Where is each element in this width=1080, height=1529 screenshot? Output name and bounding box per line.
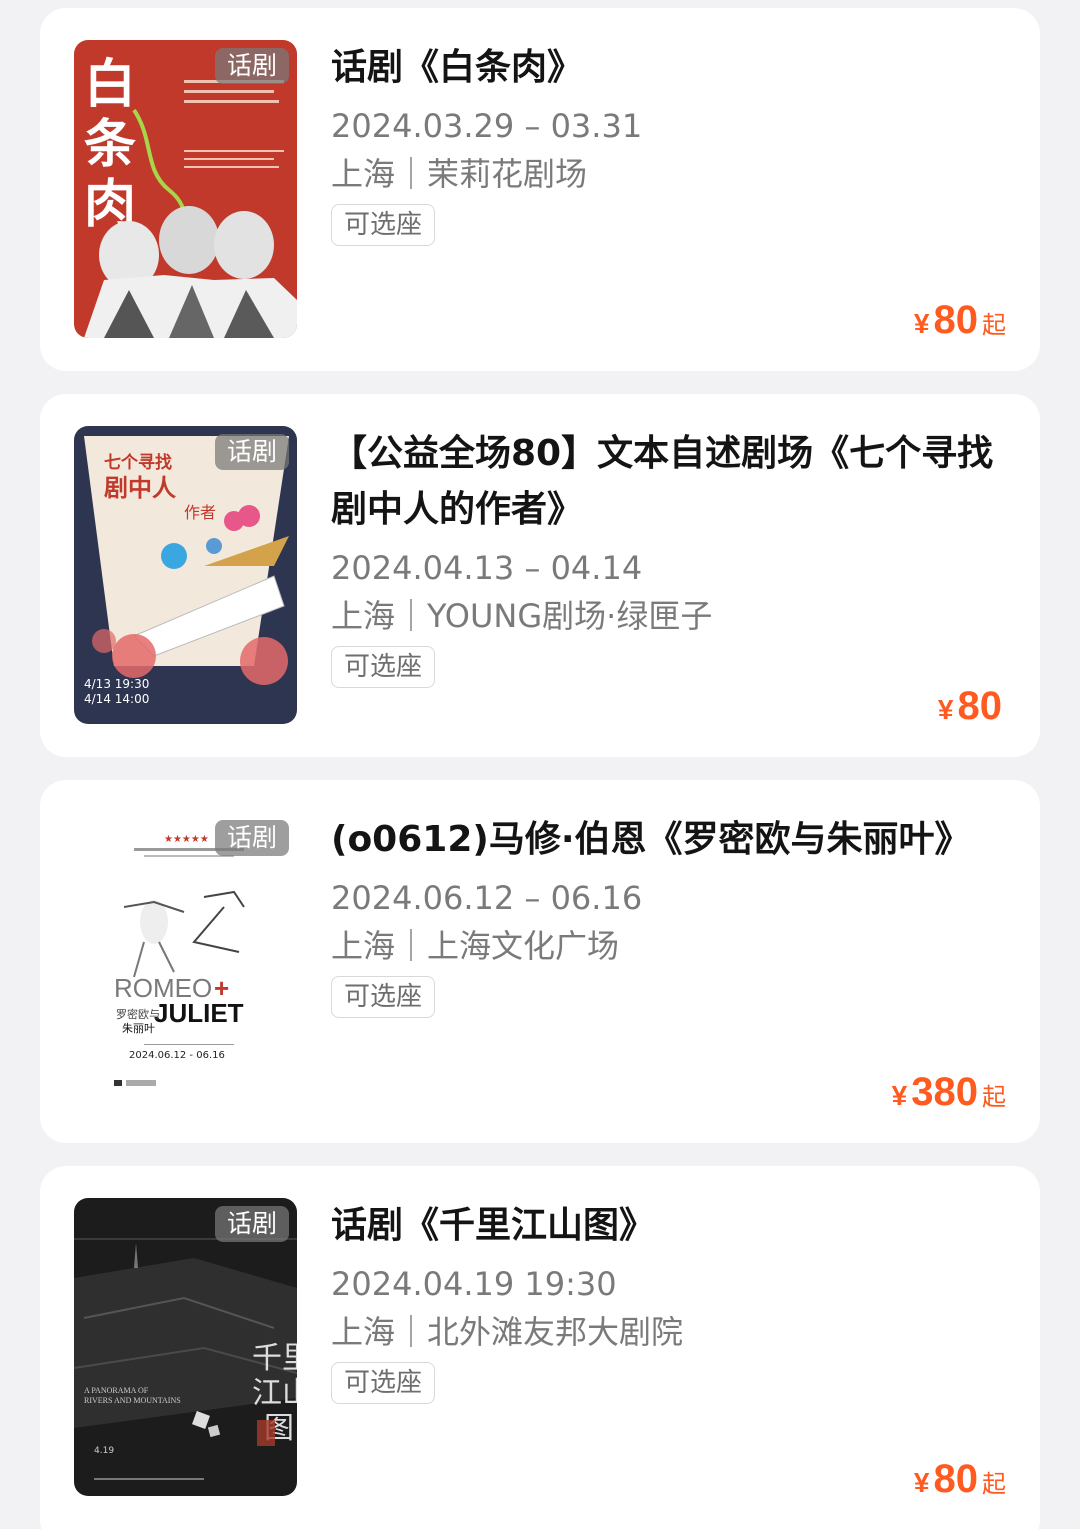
show-venue: 上海｜YOUNG剧场·绿匣子 bbox=[331, 597, 713, 635]
poster-image-3: ★★★★★ ROMEO + JULIET 罗密欧与 朱丽叶 2024.06.12… bbox=[74, 812, 297, 1110]
seat-selectable-badge: 可选座 bbox=[331, 646, 436, 688]
seat-selectable-badge: 可选座 bbox=[331, 204, 436, 246]
svg-text:★★★★★: ★★★★★ bbox=[164, 834, 209, 845]
show-card[interactable]: 千里 江山 图 A PANORAMA OF RIVERS AND MOUNTAI… bbox=[40, 1166, 1040, 1529]
poster-image-2: 七个寻找 剧中人 作者 4/13 19:30 4/14 14:00 bbox=[74, 426, 297, 724]
currency-symbol: ¥ bbox=[891, 1080, 908, 1111]
price-suffix: 起 bbox=[982, 1470, 1006, 1498]
svg-text:江山: 江山 bbox=[252, 1376, 297, 1411]
svg-text:作者: 作者 bbox=[184, 503, 216, 522]
svg-text:条: 条 bbox=[84, 115, 136, 175]
poster-image-4: 千里 江山 图 A PANORAMA OF RIVERS AND MOUNTAI… bbox=[74, 1198, 297, 1496]
seat-selectable-badge: 可选座 bbox=[331, 1362, 436, 1404]
price-value: 80 bbox=[933, 1457, 979, 1501]
svg-text:A PANORAMA OF: A PANORAMA OF bbox=[84, 1386, 149, 1395]
category-tag: 话剧 bbox=[214, 434, 289, 470]
show-poster[interactable]: 白 条 肉 话剧 bbox=[74, 40, 297, 338]
show-poster[interactable]: ★★★★★ ROMEO + JULIET 罗密欧与 朱丽叶 2024.06.12… bbox=[74, 812, 297, 1110]
svg-text:4/13 19:30: 4/13 19:30 bbox=[84, 677, 149, 691]
svg-text:七个寻找: 七个寻找 bbox=[104, 452, 172, 473]
category-tag: 话剧 bbox=[214, 48, 289, 84]
price-suffix: 起 bbox=[982, 1083, 1006, 1111]
svg-text:2024.06.12 - 06.16: 2024.06.12 - 06.16 bbox=[129, 1050, 225, 1061]
show-poster[interactable]: 七个寻找 剧中人 作者 4/13 19:30 4/14 14:00 话剧 bbox=[74, 426, 297, 724]
show-title[interactable]: 【公益全场80】文本自述剧场《七个寻找剧中人的作者》 bbox=[331, 426, 1001, 538]
show-info: 话剧《白条肉》 2024.03.29 – 03.31 上海｜茉莉花剧场 可选座 bbox=[331, 40, 1001, 246]
show-date: 2024.04.19 19:30 bbox=[331, 1265, 617, 1303]
poster-image-1: 白 条 肉 bbox=[74, 40, 297, 338]
currency-symbol: ¥ bbox=[913, 1467, 930, 1498]
price-value: 380 bbox=[911, 1070, 978, 1114]
svg-text:罗密欧与: 罗密欧与 bbox=[116, 1007, 160, 1021]
show-venue: 上海｜茉莉花剧场 bbox=[331, 155, 588, 193]
show-card[interactable]: ★★★★★ ROMEO + JULIET 罗密欧与 朱丽叶 2024.06.12… bbox=[40, 780, 1040, 1143]
currency-symbol: ¥ bbox=[913, 308, 930, 339]
svg-text:RIVERS AND MOUNTAINS: RIVERS AND MOUNTAINS bbox=[84, 1396, 181, 1405]
show-price: ¥ 80 起 bbox=[914, 298, 1006, 343]
price-value: 80 bbox=[933, 298, 979, 342]
show-title[interactable]: 话剧《白条肉》 bbox=[331, 40, 1001, 96]
show-venue: 上海｜北外滩友邦大剧院 bbox=[331, 1313, 684, 1351]
show-title[interactable]: (o0612)马修·伯恩《罗密欧与朱丽叶》 bbox=[331, 812, 1001, 868]
show-price: ¥ 380 起 bbox=[892, 1070, 1006, 1115]
svg-text:4/14 14:00: 4/14 14:00 bbox=[84, 692, 149, 706]
show-info: 【公益全场80】文本自述剧场《七个寻找剧中人的作者》 2024.04.13 – … bbox=[331, 426, 1001, 688]
svg-text:朱丽叶: 朱丽叶 bbox=[122, 1022, 155, 1035]
category-tag: 话剧 bbox=[214, 820, 289, 856]
category-tag: 话剧 bbox=[214, 1206, 289, 1242]
show-date: 2024.04.13 – 04.14 bbox=[331, 549, 643, 587]
show-title[interactable]: 话剧《千里江山图》 bbox=[331, 1198, 1001, 1254]
show-info: 话剧《千里江山图》 2024.04.19 19:30 上海｜北外滩友邦大剧院 可… bbox=[331, 1198, 1001, 1404]
svg-text:JULIET: JULIET bbox=[154, 998, 244, 1028]
show-date: 2024.06.12 – 06.16 bbox=[331, 879, 643, 917]
svg-text:千里: 千里 bbox=[252, 1341, 297, 1376]
show-price: ¥ 80 bbox=[938, 684, 1006, 729]
seat-selectable-badge: 可选座 bbox=[331, 976, 436, 1018]
show-card[interactable]: 七个寻找 剧中人 作者 4/13 19:30 4/14 14:00 话剧 【公益… bbox=[40, 394, 1040, 757]
svg-text:剧中人: 剧中人 bbox=[104, 474, 176, 502]
show-venue: 上海｜上海文化广场 bbox=[331, 927, 620, 965]
svg-text:白: 白 bbox=[84, 55, 136, 115]
show-poster[interactable]: 千里 江山 图 A PANORAMA OF RIVERS AND MOUNTAI… bbox=[74, 1198, 297, 1496]
show-info: (o0612)马修·伯恩《罗密欧与朱丽叶》 2024.06.12 – 06.16… bbox=[331, 812, 1001, 1018]
show-card[interactable]: 白 条 肉 话剧 话剧《白条肉》 2024.03.29 – 03.31 上海｜茉… bbox=[40, 8, 1040, 371]
currency-symbol: ¥ bbox=[937, 694, 954, 725]
show-date: 2024.03.29 – 03.31 bbox=[331, 107, 643, 145]
price-suffix: 起 bbox=[982, 311, 1006, 339]
show-price: ¥ 80 起 bbox=[914, 1457, 1006, 1502]
svg-text:4.19: 4.19 bbox=[94, 1446, 114, 1456]
price-value: 80 bbox=[957, 684, 1003, 728]
